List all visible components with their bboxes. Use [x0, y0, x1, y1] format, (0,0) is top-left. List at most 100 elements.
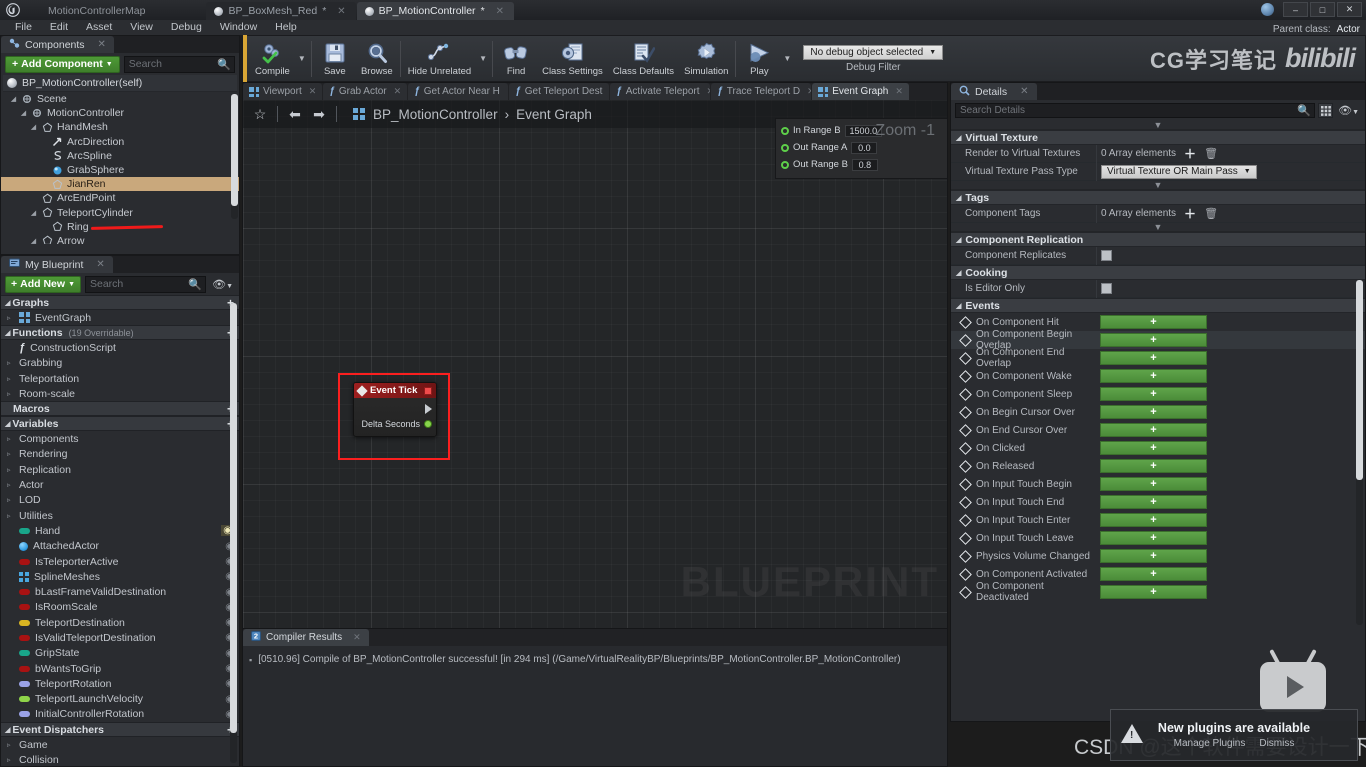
my-blueprint-item-splinemeshes[interactable]: SplineMeshes◉: [1, 569, 239, 584]
graph-tab-grab-actor[interactable]: ƒ Grab Actor ✕: [323, 83, 408, 100]
manage-plugins-button[interactable]: Manage Plugins: [1174, 738, 1246, 749]
menu-file[interactable]: File: [6, 20, 41, 35]
component-tree-item-arcdirection[interactable]: ArcDirection: [1, 135, 239, 149]
component-tree-item-arrow[interactable]: ◢ Arrow: [1, 234, 239, 244]
tab-details[interactable]: Details ✕: [951, 83, 1037, 100]
add-event-button[interactable]: +: [1100, 549, 1207, 563]
components-scrollbar[interactable]: [231, 94, 238, 219]
expand-arrow-icon[interactable]: ▹: [7, 481, 14, 489]
my-blueprint-section-variables[interactable]: ◢Variables+: [1, 416, 239, 432]
collapse-arrow-icon[interactable]: ◢: [5, 329, 10, 337]
scrollbar-thumb[interactable]: [1356, 280, 1363, 480]
chevron-down-icon[interactable]: ▼: [295, 54, 309, 63]
close-icon[interactable]: ✕: [496, 6, 504, 17]
my-blueprint-scrollbar[interactable]: [230, 303, 237, 763]
simulation-button[interactable]: Simulation: [679, 37, 733, 81]
expand-arrow-icon[interactable]: ▹: [7, 512, 14, 520]
compiler-message-row[interactable]: ▪ [0510.96] Compile of BP_MotionControll…: [249, 654, 941, 666]
browse-button[interactable]: Browse: [356, 37, 398, 81]
find-button[interactable]: Find: [495, 37, 537, 81]
graph-tab-get-teleport-dest[interactable]: ƒGet Teleport Dest ✕: [509, 83, 610, 100]
my-blueprint-item-constructionscript[interactable]: ƒ ConstructionScript: [1, 340, 239, 355]
section-collapse-indicator[interactable]: ▼: [951, 222, 1365, 232]
input-pin-icon[interactable]: [781, 160, 789, 169]
pass-type-select[interactable]: Virtual Texture OR Main Pass ▼: [1101, 164, 1257, 179]
add-new-button[interactable]: + Add New ▼: [5, 275, 81, 293]
my-blueprint-item-replication[interactable]: ▹ Replication: [1, 462, 239, 477]
my-blueprint-item-bwantstogrip[interactable]: bWantsToGrip◉: [1, 661, 239, 676]
debug-object-select[interactable]: No debug object selected ▼: [803, 44, 944, 60]
expand-arrow-icon[interactable]: ▹: [7, 450, 14, 458]
add-event-button[interactable]: +: [1100, 585, 1207, 599]
my-blueprint-section-functions[interactable]: ◢Functions(19 Overridable)+: [1, 325, 239, 341]
add-event-button[interactable]: +: [1100, 441, 1207, 455]
details-scroll-area[interactable]: ◢ Virtual Texture Render to Virtual Textur…: [951, 130, 1365, 726]
details-category-virtual-texture[interactable]: ◢ Virtual Texture: [951, 130, 1365, 145]
component-tree-item-scene[interactable]: ◢ Scene: [1, 92, 239, 106]
details-category-cooking[interactable]: ◢ Cooking: [951, 265, 1365, 280]
collapse-arrow-icon[interactable]: ◢: [5, 299, 10, 307]
component-tree-item-grabsphere[interactable]: GrabSphere: [1, 163, 239, 177]
chevron-down-icon[interactable]: ▼: [476, 54, 490, 63]
clear-array-button[interactable]: 🗑: [1204, 207, 1218, 220]
expand-arrow-icon[interactable]: ▹: [7, 359, 14, 367]
close-icon[interactable]: ✕: [707, 86, 711, 97]
tab-my-blueprint[interactable]: My Blueprint ✕: [1, 256, 113, 273]
add-event-button[interactable]: +: [1100, 333, 1207, 347]
window-tab-motioncontrollermap[interactable]: MotionControllerMap: [26, 2, 205, 20]
my-blueprint-item-isteleporteractive[interactable]: IsTeleporterActive◉: [1, 554, 239, 569]
my-blueprint-item-game[interactable]: ▹ Game: [1, 737, 239, 752]
components-root-row[interactable]: BP_MotionController(self): [3, 75, 237, 92]
chevron-down-icon[interactable]: ▼: [780, 54, 794, 63]
breadcrumb-root[interactable]: BP_MotionController: [373, 107, 498, 122]
my-blueprint-item-isvalidteleportdestination[interactable]: IsValidTeleportDestination◉: [1, 630, 239, 645]
favorite-star-icon[interactable]: ☆: [249, 103, 271, 125]
my-blueprint-item-blastframevaliddestination[interactable]: bLastFrameValidDestination◉: [1, 584, 239, 599]
add-event-button[interactable]: +: [1100, 531, 1207, 545]
pin-value-field[interactable]: 0.8: [851, 158, 878, 171]
menu-view[interactable]: View: [121, 20, 162, 35]
checkbox[interactable]: [1101, 283, 1112, 294]
component-tree-item-motioncontroller[interactable]: ◢ MotionController: [1, 106, 239, 120]
visibility-filter-button[interactable]: 👁▼: [210, 278, 235, 291]
my-blueprint-search-input[interactable]: Search 🔍: [85, 275, 207, 293]
add-event-button[interactable]: +: [1100, 459, 1207, 473]
add-event-button[interactable]: +: [1100, 405, 1207, 419]
my-blueprint-item-eventgraph[interactable]: ▹ EventGraph: [1, 310, 239, 325]
menu-edit[interactable]: Edit: [41, 20, 77, 35]
graph-tab-get-actor-near-h[interactable]: ƒGet Actor Near H ✕: [408, 83, 509, 100]
graph-tab-trace-teleport-d[interactable]: ƒ Trace Teleport D ✕: [711, 83, 812, 100]
grid-view-toggle[interactable]: [1318, 103, 1334, 118]
pin-value-field[interactable]: 0.0: [851, 141, 878, 154]
add-event-button[interactable]: +: [1100, 567, 1207, 581]
hide-unrelated-button[interactable]: Hide Unrelated: [403, 37, 476, 81]
collapse-arrow-icon[interactable]: ◢: [5, 726, 10, 734]
close-icon[interactable]: ✕: [507, 86, 508, 97]
graph-tab-viewport[interactable]: Viewport ✕: [243, 83, 323, 100]
back-arrow-icon[interactable]: ⬅: [284, 103, 306, 125]
menu-debug[interactable]: Debug: [162, 20, 211, 35]
details-visibility-button[interactable]: 👁▼: [1336, 104, 1361, 117]
my-blueprint-item-attachedactor[interactable]: AttachedActor◉: [1, 539, 239, 554]
my-blueprint-section-event-dispatchers[interactable]: ◢Event Dispatchers+: [1, 722, 239, 738]
close-icon[interactable]: ✕: [98, 39, 106, 50]
my-blueprint-item-rendering[interactable]: ▹ Rendering: [1, 447, 239, 462]
scrollbar-thumb[interactable]: [231, 94, 238, 206]
window-tab-bp-boxmesh-red[interactable]: BP_BoxMesh_Red * ✕: [206, 2, 356, 20]
close-icon[interactable]: ✕: [337, 6, 345, 17]
collapse-arrow-icon[interactable]: ◢: [956, 236, 961, 244]
my-blueprint-section-graphs[interactable]: ◢Graphs+: [1, 295, 239, 310]
my-blueprint-item-utilities[interactable]: ▹ Utilities: [1, 508, 239, 523]
expand-arrow-icon[interactable]: ▹: [7, 466, 14, 474]
my-blueprint-item-grabbing[interactable]: ▹ Grabbing: [1, 356, 239, 371]
expand-arrow-icon[interactable]: ▹: [7, 496, 14, 504]
output-pin-icon[interactable]: [424, 419, 432, 428]
expand-arrow-icon[interactable]: ◢: [19, 109, 28, 117]
compile-button[interactable]: Compile: [250, 37, 295, 81]
collapse-arrow-icon[interactable]: ◢: [956, 134, 961, 142]
details-category-tags[interactable]: ◢ Tags: [951, 190, 1365, 205]
graph-tab-event-graph[interactable]: Event Graph ✕: [812, 83, 909, 100]
my-blueprint-item-hand[interactable]: Hand ◉: [1, 523, 239, 538]
close-icon[interactable]: ✕: [96, 259, 104, 270]
my-blueprint-item-components[interactable]: ▹ Components: [1, 431, 239, 446]
